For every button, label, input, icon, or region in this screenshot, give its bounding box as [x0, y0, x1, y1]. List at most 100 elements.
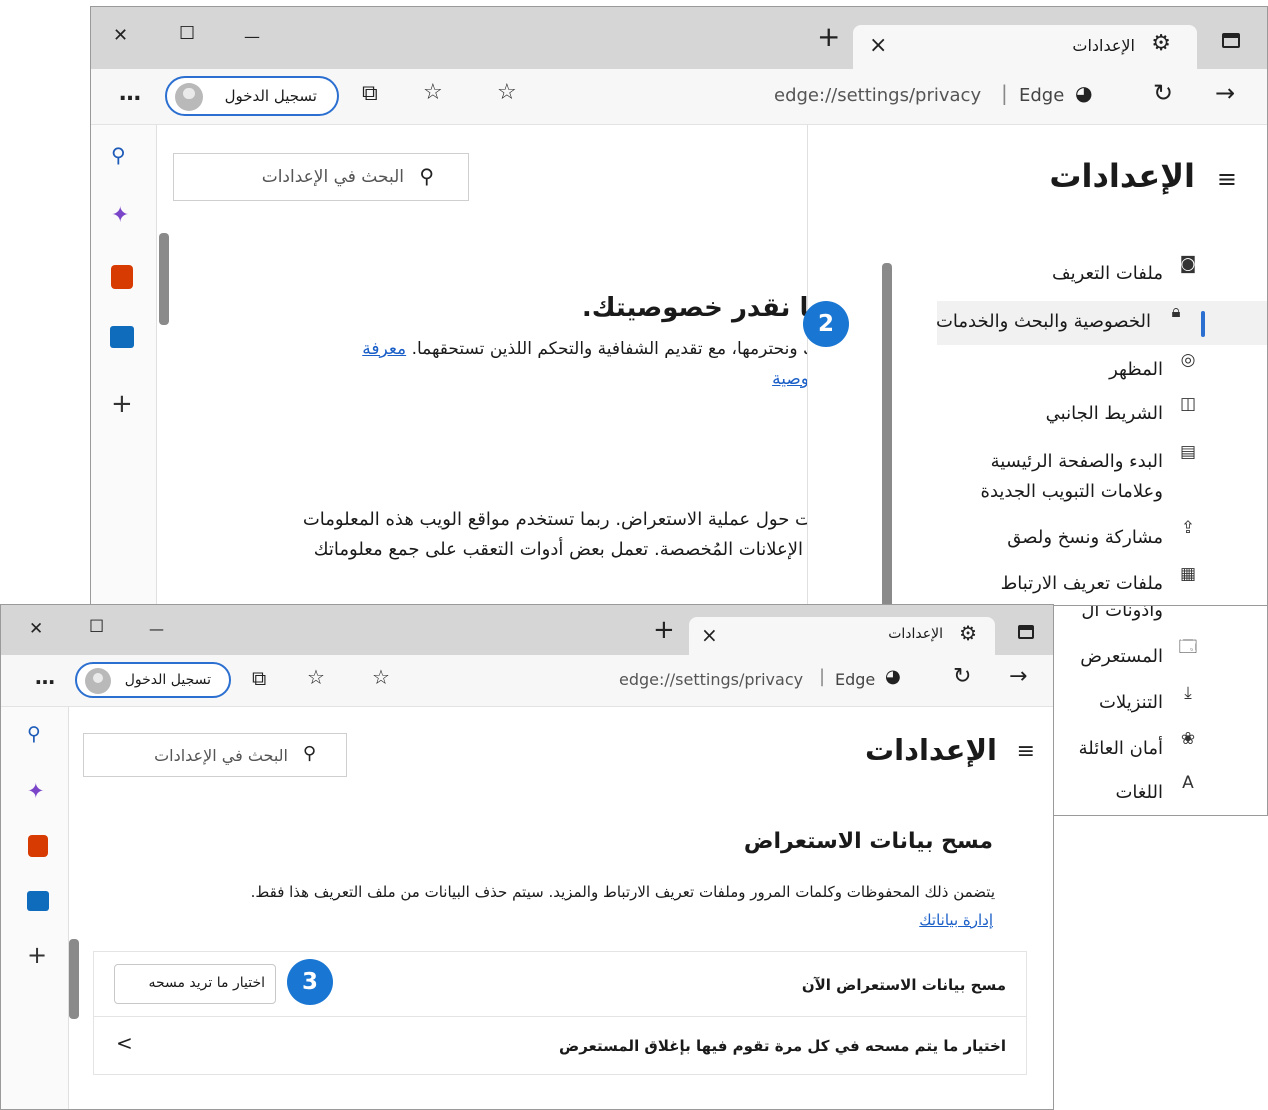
favorites-list-icon[interactable]: ☆	[307, 667, 325, 687]
hamburger-menu-icon[interactable]: ≡	[1017, 741, 1035, 763]
tab-title: الإعدادات	[888, 626, 943, 642]
sidebar-item-downloads[interactable]: ⤓ التنزيلات	[1052, 682, 1267, 726]
office-icon[interactable]	[111, 265, 133, 289]
new-tab-icon[interactable]: +	[817, 23, 840, 51]
address-url[interactable]: edge://settings/privacy	[774, 85, 981, 106]
gear-icon: ⚙	[1151, 31, 1171, 56]
copilot-icon[interactable]: ✦	[111, 205, 129, 227]
settings-heading: الإعدادات	[1049, 157, 1195, 195]
scrollbar[interactable]	[159, 233, 169, 325]
tab-settings[interactable]: × الإعدادات ⚙	[853, 25, 1197, 69]
window-close-icon[interactable]: ✕	[29, 621, 43, 638]
sign-in-button[interactable]: تسجيل الدخول	[165, 76, 339, 116]
clear-on-close-row[interactable]: اختيار ما يتم مسحه في كل مرة تقوم فيها ب…	[94, 1017, 1026, 1075]
window-close-icon[interactable]: ✕	[113, 27, 128, 45]
search-icon[interactable]: ⚲	[111, 145, 126, 165]
sidebar-item-appearance[interactable]: ◎ المظهر	[937, 349, 1267, 393]
window-maximize-icon[interactable]: ☐	[179, 25, 195, 43]
settings-heading: الإعدادات	[864, 733, 997, 767]
hamburger-menu-icon[interactable]: ≡	[1217, 167, 1237, 191]
home-icon: ▤	[1179, 442, 1197, 462]
refresh-icon[interactable]: ↻	[953, 666, 971, 688]
collections-icon[interactable]: ⧉	[362, 83, 378, 105]
tab-actions-icon[interactable]	[1018, 625, 1034, 639]
clear-now-label: مسح بيانات الاستعراض الآن	[801, 976, 1006, 994]
favorites-list-icon[interactable]: ☆	[423, 82, 443, 104]
sidebar-item-cookies[interactable]: ▦ ملفات تعريف الارتباط	[937, 563, 1267, 605]
clear-data-card: مسح بيانات الاستعراض الآن اختيار ما تريد…	[93, 951, 1027, 1075]
address-toolbar: … تسجيل الدخول ⧉ ☆ ☆ edge://settings/pri…	[91, 69, 1267, 125]
more-menu-icon[interactable]: …	[119, 83, 141, 105]
search-icon: ⚲	[302, 743, 316, 764]
nav-label: المظهر	[1109, 359, 1163, 380]
main-content: البحث في الإعدادات ⚲ نا نقدر خصوصيتك. ك …	[157, 125, 819, 605]
add-favorite-icon[interactable]: ☆	[372, 667, 390, 687]
copilot-icon[interactable]: ✦	[27, 781, 45, 802]
sidebar-item-start-home[interactable]: ▤ البدء والصفحة الرئيسية وعلامات التبويب…	[937, 441, 1267, 507]
address-url[interactable]: edge://settings/privacy	[619, 670, 803, 689]
edge-sidebar-rail: ⚲ ✦ +	[91, 125, 157, 605]
nav-label-2: وعلامات التبويب الجديدة	[980, 481, 1163, 502]
recommendation-link[interactable]: وصية	[772, 369, 809, 389]
sidebar-item-profiles[interactable]: ◙ ملفات التعريف	[937, 253, 1267, 297]
sidebar-item-sidebar[interactable]: ◫ الشريط الجانبي	[937, 393, 1267, 437]
tab-settings[interactable]: × الإعدادات ⚙	[689, 617, 995, 655]
step-2-callout: 2	[803, 301, 849, 347]
add-favorite-icon[interactable]: ☆	[497, 82, 517, 104]
search-placeholder: البحث في الإعدادات	[154, 746, 288, 765]
sidebar-item-languages[interactable]: A اللغات	[1052, 772, 1267, 815]
more-menu-icon[interactable]: …	[35, 667, 55, 687]
sidebar-item-share-copy-paste[interactable]: ⇪ مشاركة ونسخ ولصق	[937, 517, 1267, 561]
add-icon[interactable]: +	[111, 391, 133, 417]
sidebar-item-privacy[interactable]: 🔒︎ الخصوصية والبحث والخدمات	[936, 301, 1267, 345]
learn-more-link[interactable]: معرفة	[362, 339, 406, 359]
new-tab-icon[interactable]: +	[653, 617, 675, 643]
outlook-icon[interactable]	[27, 891, 49, 911]
back-browser-window: ✕ ☐ — + × الإعدادات ⚙ … تسجيل الدخول ⧉ ☆…	[90, 6, 1268, 606]
search-icon[interactable]: ⚲	[27, 725, 41, 744]
scrollbar[interactable]	[69, 939, 79, 1019]
nav-scrollbar[interactable]	[882, 263, 892, 605]
window-minimize-icon[interactable]: —	[244, 29, 260, 45]
refresh-icon[interactable]: ↻	[1153, 81, 1173, 105]
sidebar-item-browser[interactable]: 🗔︎ المستعرض	[1052, 636, 1267, 680]
tab-actions-icon[interactable]	[1222, 33, 1240, 48]
edge-logo-icon: ◕	[885, 666, 901, 687]
avatar	[175, 83, 203, 111]
choose-button-label: اختيار ما تريد مسحه	[148, 975, 265, 991]
nav-label: ملفات تعريف الارتباط	[1000, 573, 1163, 594]
collections-icon[interactable]: ⧉	[252, 668, 266, 688]
download-icon: ⤓	[1184, 683, 1192, 703]
search-placeholder: البحث في الإعدادات	[261, 167, 404, 187]
tab-close-icon[interactable]: ×	[701, 625, 718, 645]
sidebar-item-family[interactable]: ❀ أمان العائلة	[1052, 728, 1267, 772]
selected-indicator	[1201, 311, 1205, 337]
share-icon: ⇪	[1180, 518, 1196, 538]
main-content: البحث في الإعدادات ⚲ ≡ الإعدادات مسح بيا…	[69, 707, 1053, 1109]
window-minimize-icon[interactable]: —	[149, 622, 164, 637]
search-input[interactable]: البحث في الإعدادات ⚲	[173, 153, 469, 201]
address-toolbar: … تسجيل الدخول ⧉ ☆ ☆ edge://settings/pri…	[1, 655, 1053, 707]
manage-data-link[interactable]: إدارة بياناتك	[919, 911, 993, 929]
edge-sidebar-rail: ⚲ ✦ +	[1, 707, 69, 1109]
forward-arrow-icon[interactable]: →	[1215, 81, 1235, 105]
lock-icon: 🔒︎	[1171, 302, 1181, 322]
languages-icon: A	[1182, 773, 1194, 793]
nav-label-2: وأذونات ال	[1081, 606, 1163, 621]
office-icon[interactable]	[28, 835, 48, 857]
tab-close-icon[interactable]: ×	[869, 35, 887, 57]
add-icon[interactable]: +	[27, 943, 47, 967]
tracking-line-1: ات حول عملية الاستعراض. ربما تستخدم مواق…	[302, 509, 817, 530]
forward-arrow-icon[interactable]: →	[1009, 666, 1027, 688]
outlook-icon[interactable]	[110, 326, 134, 348]
tracking-line-2: الإعلانات المُخصصة. تعمل بعض أدوات التعق…	[313, 539, 803, 560]
profile-icon: ◙	[1179, 254, 1197, 274]
choose-what-to-clear-button[interactable]: اختيار ما تريد مسحه	[114, 964, 276, 1004]
section-description: يتضمن ذلك المحفوظات وكلمات المرور وملفات…	[250, 883, 995, 901]
window-maximize-icon[interactable]: ☐	[89, 619, 104, 636]
search-input[interactable]: البحث في الإعدادات ⚲	[83, 733, 347, 777]
sign-in-button[interactable]: تسجيل الدخول	[75, 662, 231, 698]
back-nav-continuation: وأذونات ال 🗔︎ المستعرض ⤓ التنزيلات ❀ أما…	[1052, 606, 1268, 816]
nav-label: مشاركة ونسخ ولصق	[1007, 527, 1163, 548]
privacy-heading: نا نقدر خصوصيتك.	[581, 293, 819, 323]
